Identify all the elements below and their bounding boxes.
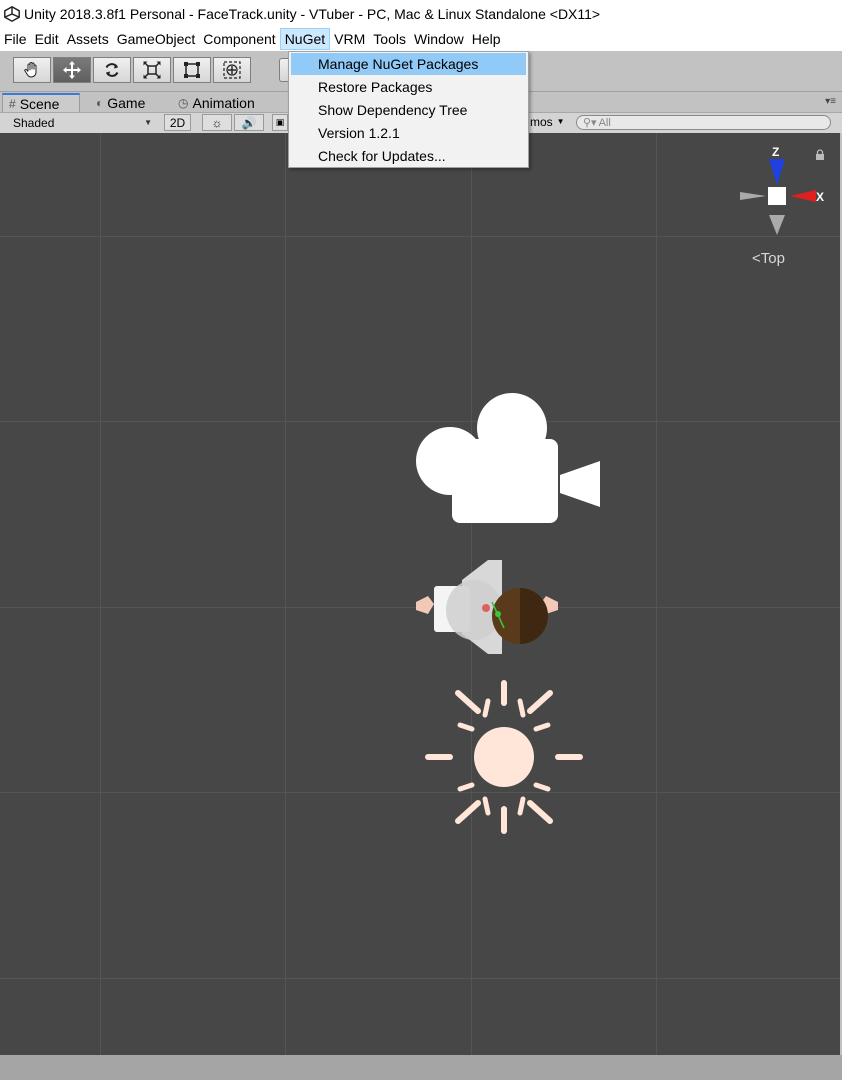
grid-line [285, 133, 286, 1055]
menu-window[interactable]: Window [410, 28, 468, 50]
scale-tool-icon [143, 61, 161, 79]
rect-tool-icon [184, 62, 200, 78]
scene-search-input[interactable]: ⚲▾ All [576, 115, 831, 130]
menu-item-restore-packages[interactable]: Restore Packages [291, 76, 526, 98]
status-bar [0, 1055, 842, 1080]
orientation-text: Top [760, 250, 785, 267]
chevron-down-icon: ▼ [556, 117, 565, 126]
effects-toggle-button[interactable]: ▣ [272, 114, 288, 131]
menu-edit[interactable]: Edit [31, 28, 63, 50]
menu-item-version[interactable]: Version 1.2.1 [291, 122, 526, 144]
menu-vrm[interactable]: VRM [330, 28, 369, 50]
audio-toggle-button[interactable]: 🔊 [234, 114, 264, 131]
tab-animation-label: Animation [192, 94, 255, 111]
shading-mode-value: Shaded [13, 115, 55, 130]
title-bar: Unity 2018.3.8f1 Personal - FaceTrack.un… [0, 0, 842, 27]
scale-tool-button[interactable] [133, 57, 171, 83]
grid-line [0, 978, 840, 979]
grid-line [656, 133, 657, 1055]
panel-menu-icon[interactable]: ▾≡ [825, 96, 836, 107]
clock-icon: ◷ [178, 95, 189, 110]
rect-tool-button[interactable] [173, 57, 211, 83]
window-title: Unity 2018.3.8f1 Personal - FaceTrack.un… [24, 5, 601, 22]
tab-game[interactable]: ◐ Game [90, 93, 151, 112]
chevron-left-icon: < [752, 250, 761, 267]
transform-tool-button[interactable] [213, 57, 251, 83]
chevron-down-icon: ▼ [144, 118, 152, 127]
search-icon: ⚲▾ [583, 117, 597, 129]
hand-tool-icon [24, 62, 37, 78]
menu-assets[interactable]: Assets [63, 28, 113, 50]
tab-game-label: Game [107, 94, 146, 111]
tab-animation[interactable]: ◷ Animation [172, 93, 261, 112]
move-tool-button[interactable] [53, 57, 91, 83]
menu-file[interactable]: File [0, 28, 31, 50]
rotate-tool-icon [105, 63, 119, 77]
menu-nuget[interactable]: NuGet [279, 28, 331, 50]
gizmos-label: mos [530, 115, 553, 129]
gizmos-dropdown[interactable]: mos ▼ [530, 115, 565, 129]
axis-x-cone[interactable] [790, 190, 816, 202]
axis-x-label: X [816, 190, 824, 204]
grid-line [100, 133, 101, 1055]
menu-gameobject[interactable]: GameObject [113, 28, 200, 50]
axis-negz-cone[interactable] [769, 215, 785, 235]
image-icon: ▣ [275, 117, 285, 127]
search-placeholder: All [598, 116, 611, 129]
move-tool-icon [63, 61, 81, 79]
grid-icon: # [9, 96, 16, 111]
camera-gizmo-icon[interactable] [414, 391, 602, 525]
axis-z-label: Z [772, 145, 779, 159]
game-icon: ◐ [96, 95, 104, 110]
transform-tool-icon [223, 61, 241, 79]
axis-negx-cone[interactable] [740, 192, 766, 200]
rotate-tool-button[interactable] [93, 57, 131, 83]
hand-tool-button[interactable] [13, 57, 51, 83]
menu-bar: File Edit Assets GameObject Component Nu… [0, 27, 842, 51]
tab-scene-label: Scene [19, 95, 60, 112]
orientation-gizmo[interactable]: Z X [736, 145, 832, 237]
menu-item-check-for-updates[interactable]: Check for Updates... [291, 145, 526, 167]
speaker-icon: 🔊 [241, 115, 257, 130]
unity-logo-icon [4, 5, 20, 22]
nuget-dropdown-menu: Manage NuGet Packages Restore Packages S… [288, 51, 529, 168]
shading-mode-dropdown[interactable]: Shaded ▼ [8, 114, 156, 131]
grid-line [0, 792, 840, 793]
grid-line [0, 236, 840, 237]
character-model[interactable] [412, 558, 562, 660]
sun-toggle-icon: ☼ [211, 115, 223, 130]
transform-tools [13, 57, 253, 83]
lighting-toggle-button[interactable]: ☼ [202, 114, 232, 131]
view-orientation-label[interactable]: <Top [752, 250, 785, 267]
tab-scene[interactable]: # Scene [2, 93, 80, 112]
axis-z-cone[interactable] [769, 159, 785, 185]
menu-item-manage-nuget-packages[interactable]: Manage NuGet Packages [291, 53, 526, 75]
gizmo-center-cube[interactable] [768, 187, 786, 205]
directional-light-icon[interactable] [424, 679, 584, 835]
menu-item-show-dependency-tree[interactable]: Show Dependency Tree [291, 99, 526, 121]
toggle-2d-button[interactable]: 2D [164, 114, 191, 131]
menu-tools[interactable]: Tools [369, 28, 410, 50]
scene-viewport[interactable]: Z X <Top [0, 133, 842, 1055]
menu-component[interactable]: Component [199, 28, 279, 50]
menu-help[interactable]: Help [468, 28, 505, 50]
